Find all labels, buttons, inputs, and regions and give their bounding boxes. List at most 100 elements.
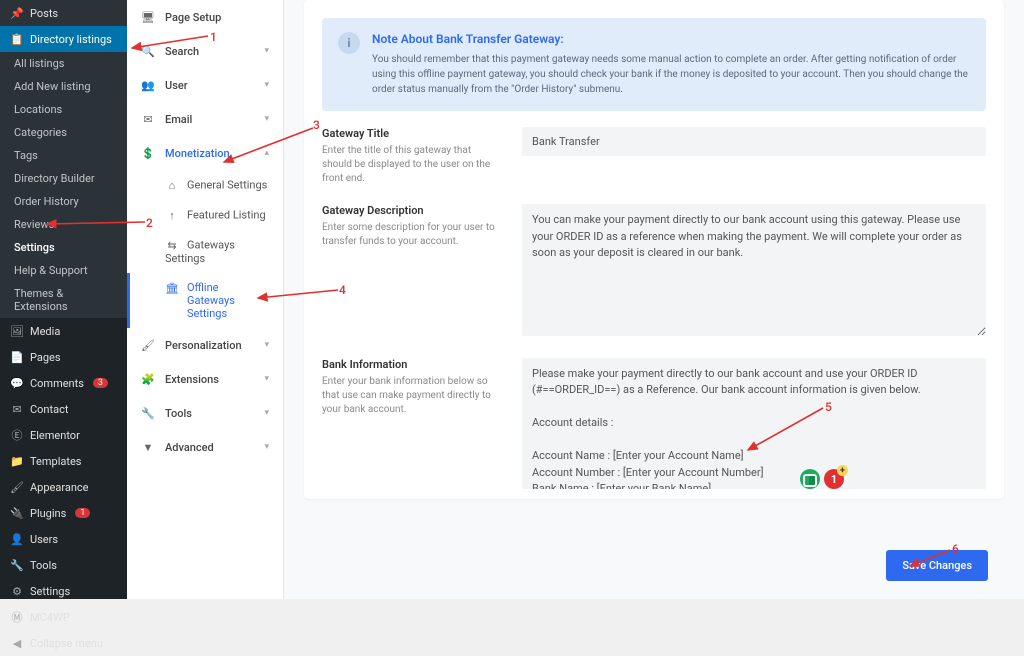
field-help: Enter your bank information below so tha… (322, 375, 502, 417)
settings-icon: 👥 (141, 78, 155, 92)
wp-menu-item[interactable]: ✉Contact (0, 396, 127, 422)
menu-icon: 👤 (10, 532, 24, 546)
settings-subitem[interactable]: ↑Featured Listing (127, 200, 283, 230)
info-icon: i (338, 32, 360, 54)
wp-menu-item[interactable]: 👤 Users (0, 526, 127, 552)
wp-menu-item[interactable]: ⓂMC4WP (0, 604, 127, 630)
menu-icon: 🖌 (10, 480, 24, 494)
settings-subitem[interactable]: ⌂ General Settings (127, 170, 283, 200)
menu-label: MC4WP (30, 611, 70, 624)
wp-submenu-item[interactable]: Add New listing (0, 75, 127, 98)
wp-menu-item[interactable]: 🖼 Media (0, 318, 127, 344)
wp-submenu-item[interactable]: Tags (0, 144, 127, 167)
settings-label: Personalization (165, 339, 254, 352)
settings-icon: ✉ (141, 112, 155, 126)
count-badge: 3 (93, 378, 108, 388)
wp-admin-sidebar: 📌Posts📋Directory listingsAll listingsAdd… (0, 0, 127, 599)
main-content: i Note About Bank Transfer Gateway: You … (284, 0, 1024, 599)
wp-menu-item[interactable]: 🔌 Plugins 1 (0, 500, 127, 526)
wp-submenu-item[interactable]: Categories (0, 121, 127, 144)
wp-submenu-item[interactable]: Reviews (0, 213, 127, 236)
menu-icon: 🔌 (10, 506, 24, 520)
wp-menu-item[interactable]: ⚙ Settings (0, 578, 127, 604)
wp-submenu-item[interactable]: Settings (0, 236, 127, 259)
floating-badges: 1 (800, 469, 844, 489)
field-gateway-title: Gateway Title Enter the title of this ga… (322, 127, 986, 186)
notification-badge[interactable]: 1 (824, 469, 844, 489)
settings-label: Page Setup (165, 11, 269, 24)
wp-menu-item[interactable]: 🖌 Appearance (0, 474, 127, 500)
wp-menu-item[interactable]: 📋Directory listings (0, 26, 127, 52)
menu-label: Comments (30, 377, 84, 390)
save-button[interactable]: Save Changes (886, 550, 988, 581)
menu-icon: 🖼 (10, 324, 24, 338)
field-gateway-desc: Gateway Description Enter some descripti… (322, 204, 986, 340)
field-help: Enter the title of this gateway that sho… (322, 144, 502, 186)
tshirt-icon[interactable] (800, 469, 820, 489)
menu-icon: 🔧 (10, 558, 24, 572)
settings-item[interactable]: ▼Advanced▾ (127, 430, 283, 464)
field-help: Enter some description for your user to … (322, 221, 502, 249)
menu-icon: 📄 (10, 350, 24, 364)
settings-subitem[interactable]: 🏛Offline Gateways Settings (127, 273, 283, 328)
settings-item[interactable]: 🖥Page Setup (127, 0, 283, 34)
menu-icon: ⚙ (10, 584, 24, 598)
chevron-icon: ▾ (264, 374, 269, 384)
wp-menu-item[interactable]: 💬Comments3 (0, 370, 127, 396)
wp-submenu-item[interactable]: Order History (0, 190, 127, 213)
wp-menu-item[interactable]: 🔧 Tools (0, 552, 127, 578)
menu-label: Plugins (30, 507, 66, 520)
chevron-icon: ▾ (264, 408, 269, 418)
settings-item[interactable]: 🧩Extensions▾ (127, 362, 283, 396)
field-label: Bank Information (322, 358, 502, 371)
menu-label: Pages (30, 351, 61, 364)
menu-label: Users (30, 533, 58, 546)
menu-label: Tools (30, 559, 57, 572)
wp-submenu-item[interactable]: Themes & Extensions (0, 282, 127, 318)
wp-submenu-item[interactable]: All listings (0, 52, 127, 75)
chevron-icon: ▴ (264, 148, 269, 158)
wp-menu-item[interactable]: 📌Posts (0, 0, 127, 26)
chevron-icon: ▾ (264, 442, 269, 452)
subitem-icon: ⌂ (165, 178, 179, 192)
menu-label: Contact (30, 403, 68, 416)
settings-item[interactable]: 🔧Tools▾ (127, 396, 283, 430)
field-label: Gateway Title (322, 127, 502, 140)
wp-menu-item[interactable]: 📄 Pages (0, 344, 127, 370)
wp-menu-item[interactable]: ⒺElementor (0, 422, 127, 448)
wp-menu-item[interactable]: 📁Templates (0, 448, 127, 474)
bank-icon: 🏛 (165, 281, 179, 295)
settings-item[interactable]: 🔍Search▾ (127, 34, 283, 68)
chevron-icon: ▾ (264, 114, 269, 124)
bank-info-textarea[interactable] (522, 358, 986, 490)
settings-item[interactable]: 🖌Personalization▾ (127, 328, 283, 362)
menu-icon: 📋 (10, 32, 24, 46)
settings-item[interactable]: ✉Email▾ (127, 102, 283, 136)
menu-label: Media (30, 325, 60, 338)
chevron-icon: ▾ (264, 46, 269, 56)
wp-submenu-item[interactable]: Directory Builder (0, 167, 127, 190)
menu-label: Templates (30, 455, 81, 468)
settings-icon: 🖌 (141, 338, 155, 352)
menu-label: Settings (30, 585, 70, 598)
menu-label: Appearance (30, 481, 89, 494)
chevron-icon: ▾ (264, 80, 269, 90)
count-badge: 1 (75, 508, 90, 518)
wp-submenu-item[interactable]: Help & Support (0, 259, 127, 282)
note-body: You should remember that this payment ga… (372, 52, 970, 97)
wp-menu-item[interactable]: ◀Collapse menu (0, 630, 127, 656)
settings-icon: 🔍 (141, 44, 155, 58)
menu-icon: ◀ (10, 636, 24, 650)
settings-item[interactable]: 👥User▾ (127, 68, 283, 102)
gateway-title-input[interactable] (522, 127, 986, 156)
menu-icon: 📌 (10, 6, 24, 20)
subitem-label: General Settings (187, 179, 267, 192)
gateway-desc-textarea[interactable] (522, 204, 986, 336)
wp-submenu-item[interactable]: Locations (0, 98, 127, 121)
settings-icon: 🧩 (141, 372, 155, 386)
settings-subitem[interactable]: ⇆Gateways Settings (127, 230, 283, 273)
info-note: i Note About Bank Transfer Gateway: You … (322, 18, 986, 111)
settings-item[interactable]: 💲Monetization▴ (127, 136, 283, 170)
settings-icon: 🔧 (141, 406, 155, 420)
subitem-label: Featured Listing (187, 209, 266, 222)
